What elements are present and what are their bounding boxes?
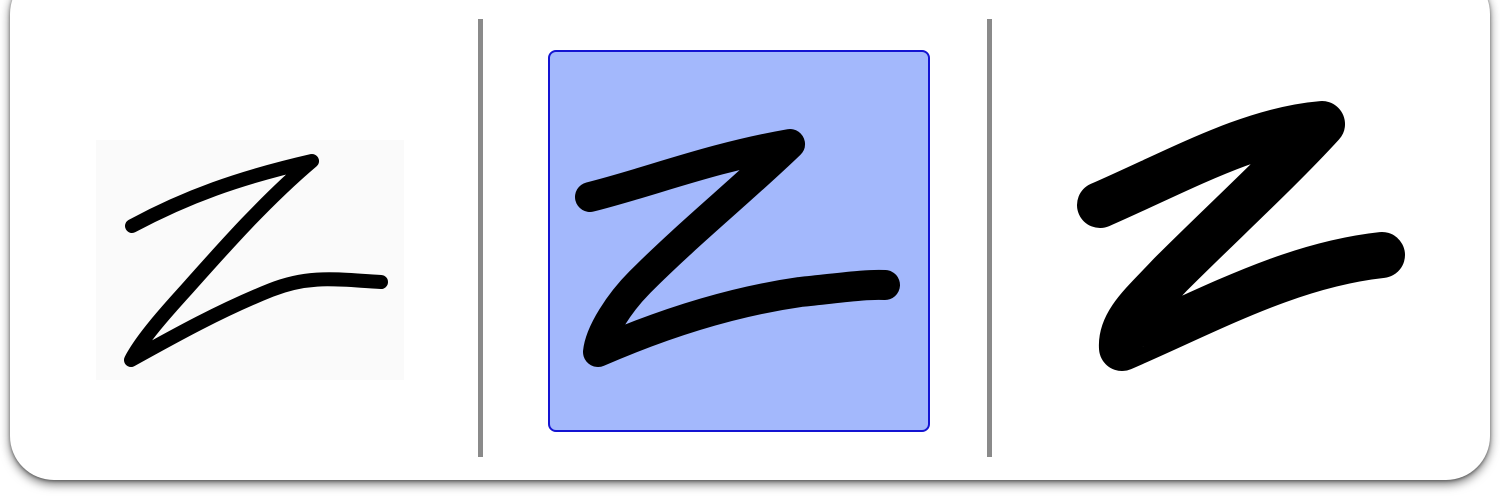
divider: [478, 19, 483, 457]
stroke-option-thick[interactable]: [1060, 90, 1430, 380]
z-stroke-thin-icon: [124, 154, 388, 367]
z-stroke-medium-icon: [575, 129, 900, 367]
divider: [987, 19, 992, 457]
stroke-option-thin[interactable]: [96, 140, 404, 380]
z-stroke-thick-icon: [1077, 101, 1405, 371]
stroke-option-medium[interactable]: [548, 50, 930, 432]
